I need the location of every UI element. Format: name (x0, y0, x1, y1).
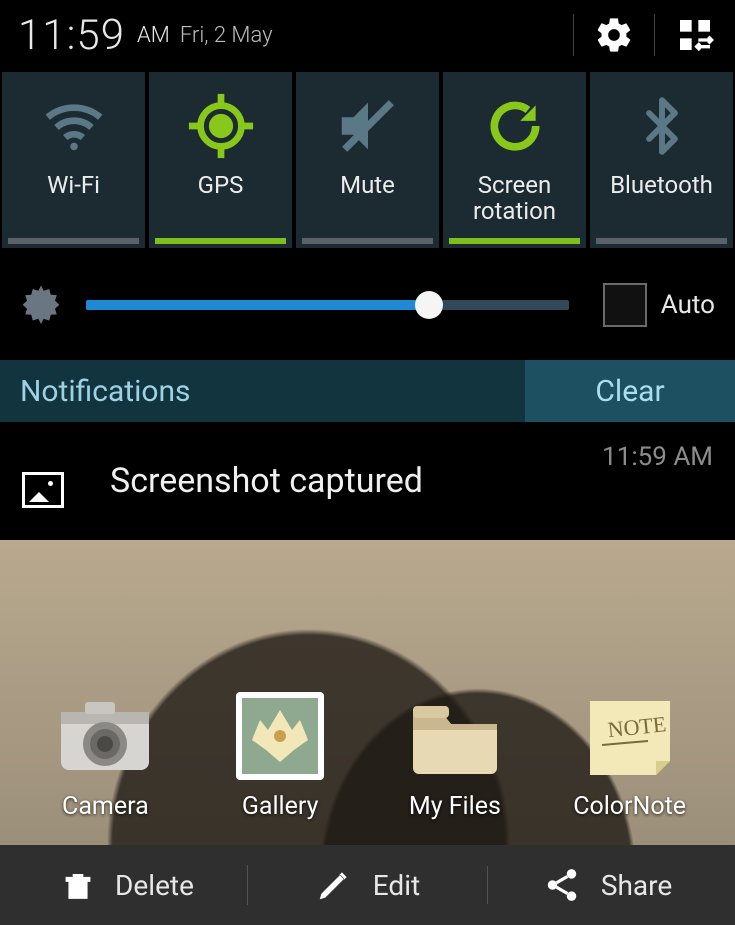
wifi-icon (39, 86, 109, 166)
toggle-indicator (8, 238, 139, 244)
action-bar: Delete Edit Share (0, 845, 735, 925)
folder-icon (407, 696, 503, 776)
toggle-indicator (302, 238, 433, 244)
slider-fill (86, 300, 429, 310)
notification-title: Screenshot captured (110, 461, 602, 501)
action-label: Edit (373, 869, 420, 902)
image-icon (22, 472, 64, 508)
bluetooth-icon (631, 86, 693, 166)
home-screen: Camera Gallery My Files (0, 540, 735, 845)
app-label: My Files (409, 792, 501, 821)
share-button[interactable]: Share (488, 866, 727, 904)
toggle-indicator (449, 238, 580, 244)
toggle-gps[interactable]: GPS (149, 72, 292, 248)
settings-icon[interactable] (592, 13, 636, 57)
divider (573, 14, 574, 56)
clear-button[interactable]: Clear (525, 360, 735, 422)
quick-panel-icon[interactable] (673, 13, 717, 57)
rotation-icon (484, 86, 546, 166)
app-label: Camera (62, 792, 149, 821)
gallery-icon (232, 696, 328, 776)
status-bar: 11:59 AM Fri, 2 May (0, 0, 735, 70)
app-myfiles[interactable]: My Files (380, 696, 530, 821)
notifications-header: Notifications Clear (0, 360, 735, 422)
slider-thumb[interactable] (415, 291, 443, 319)
notifications-title: Notifications (0, 360, 525, 422)
notification-time: 11:59 AM (602, 442, 713, 472)
mute-icon (333, 86, 403, 166)
auto-brightness-label: Auto (661, 290, 715, 320)
gps-icon (186, 86, 256, 166)
toggle-wifi[interactable]: Wi-Fi (2, 72, 145, 248)
auto-brightness-checkbox[interactable] (603, 283, 647, 327)
brightness-row: Auto (0, 250, 735, 360)
delete-button[interactable]: Delete (8, 865, 248, 905)
app-label: ColorNote (573, 792, 686, 821)
edit-button[interactable]: Edit (248, 866, 488, 904)
toggle-indicator (596, 238, 727, 244)
toggle-label: Mute (338, 172, 397, 198)
divider (654, 14, 655, 56)
status-ampm: AM (137, 23, 170, 48)
camera-icon (57, 696, 153, 776)
status-date: Fri, 2 May (180, 23, 273, 48)
toggle-label: GPS (196, 172, 246, 198)
share-icon (543, 866, 581, 904)
toggle-label: Screen rotation (443, 172, 586, 225)
brightness-gear-icon[interactable] (20, 282, 62, 328)
toggle-indicator (155, 238, 286, 244)
action-label: Delete (115, 869, 194, 902)
toggle-label: Wi-Fi (45, 172, 102, 198)
toggle-bluetooth[interactable]: Bluetooth (590, 72, 733, 248)
app-colornote[interactable]: NOTE ColorNote (555, 696, 705, 821)
notification-item[interactable]: Screenshot captured 11:59 AM (0, 422, 735, 540)
toggle-label: Bluetooth (608, 172, 715, 198)
pencil-icon (315, 866, 353, 904)
app-label: Gallery (242, 792, 319, 821)
brightness-slider[interactable] (86, 300, 569, 310)
quick-toggles: Wi-Fi GPS Mute Scree (0, 70, 735, 250)
toggle-rotation[interactable]: Screen rotation (443, 72, 586, 248)
trash-icon (61, 865, 95, 905)
status-time: 11:59 (18, 11, 125, 60)
toggle-mute[interactable]: Mute (296, 72, 439, 248)
app-camera[interactable]: Camera (30, 696, 180, 821)
app-gallery[interactable]: Gallery (205, 696, 355, 821)
note-icon: NOTE (582, 696, 678, 776)
action-label: Share (601, 869, 672, 902)
